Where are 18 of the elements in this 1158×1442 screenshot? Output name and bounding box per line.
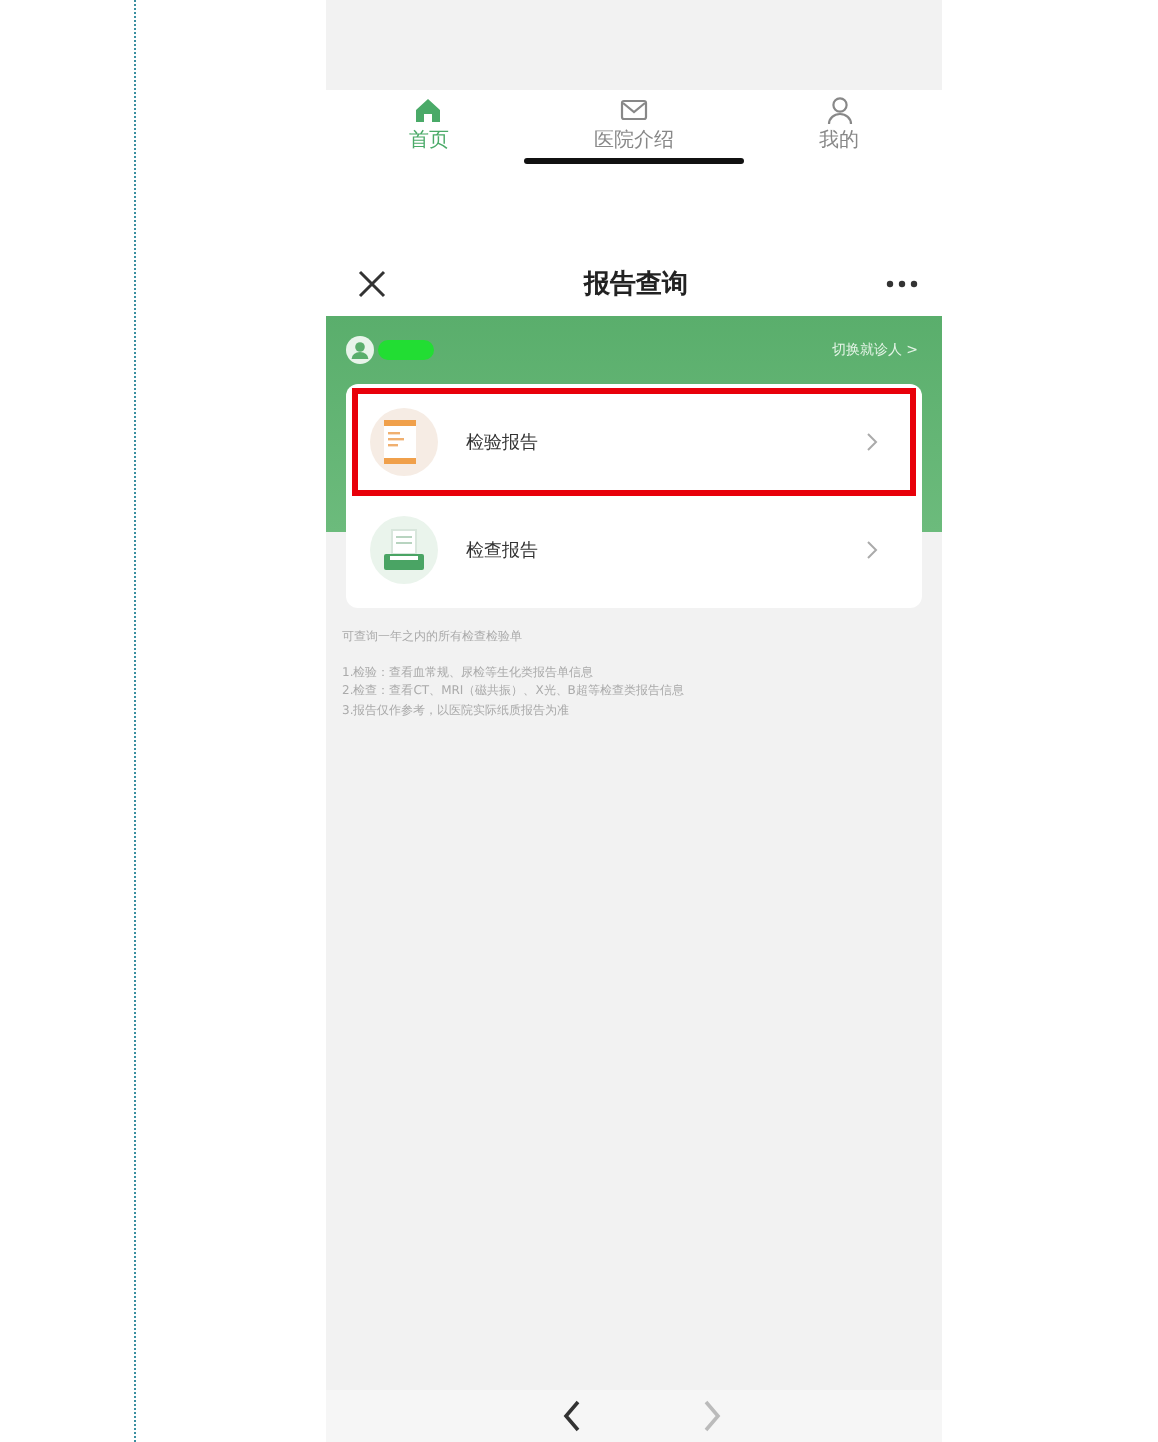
- user-icon: [346, 336, 374, 364]
- home-icon: [412, 94, 445, 126]
- document-icon: [370, 408, 438, 476]
- tab[interactable]: 首页: [326, 90, 532, 158]
- back-icon[interactable]: [562, 1400, 582, 1432]
- person-icon: [823, 94, 856, 126]
- envelope-icon: [618, 94, 650, 126]
- chevron-icon: [866, 540, 878, 560]
- name-mask: [378, 340, 434, 360]
- tab[interactable]: 我的: [736, 90, 943, 158]
- tab[interactable]: 医院介绍: [531, 90, 737, 158]
- more-icon[interactable]: [886, 279, 918, 287]
- close-icon[interactable]: [358, 269, 386, 297]
- printer-icon: [370, 516, 438, 584]
- chevron-icon: [866, 432, 878, 452]
- report-item[interactable]: 检验报告: [352, 388, 916, 496]
- page-title: 报告查询: [584, 267, 688, 301]
- report-item[interactable]: 检查报告: [352, 496, 916, 604]
